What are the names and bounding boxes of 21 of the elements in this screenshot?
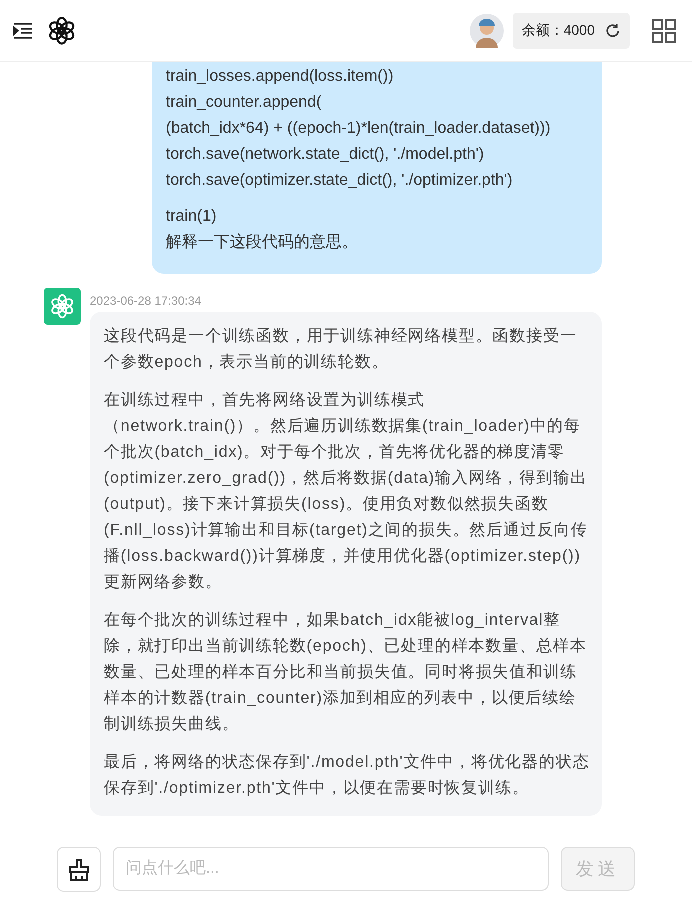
message-line: train(1) bbox=[166, 207, 218, 227]
message-line: 解释一下这段代码的意思。 bbox=[166, 232, 359, 253]
message-paragraph: 在训练过程中，首先将网络设置为训练模式（network.train()）。然后遍历训练数据集(train_loader)中的每个批次(batch_idx)。对于每个批次，首先将优化器的梯度清零(optimizer.zero_grad())，然后将数据(data)输入网络，得到输出(output)。接下来计算损失(loss)。使用负对数似然损失函数(F.nll_loss)计算输出和目标(target)之间的损失。然后通过反向传播(loss.backward())计算梯度，并使用优化器(optimizer.step())更新网络参数。 bbox=[104, 390, 590, 593]
message-line: train_counter.append( bbox=[166, 93, 323, 113]
menu-icon[interactable] bbox=[13, 22, 33, 38]
refresh-icon[interactable] bbox=[605, 22, 621, 38]
message-input-field[interactable]: 问点什么吧... bbox=[113, 847, 549, 891]
message-paragraph: 在每个批次的训练过程中，如果batch_idx能被log_interval整除，就打印出当前训练轮数(epoch)、已处理的样本数量、总样本数量、已处理的样本百分比和当前损失值。同时将损失值和训练样本的计数器(train_counter)添加到相应的列表中，以便后续绘制训练损失曲线。 bbox=[104, 610, 588, 735]
message-paragraph: 这段代码是一个训练函数，用于训练神经网络模型。函数接受一个参数epoch，表示当前的训练轮数。 bbox=[104, 326, 578, 373]
clear-button[interactable] bbox=[57, 847, 101, 892]
user-avatar[interactable] bbox=[470, 14, 504, 48]
balance-label: 余额：4000 bbox=[522, 22, 595, 40]
bot-avatar-icon bbox=[44, 288, 81, 325]
message-paragraph: 最后，将网络的状态保存到'./model.pth'文件中，将优化器的状态保存到'./optimizer.pth'文件中，以便在需要时恢复训练。 bbox=[104, 752, 590, 799]
message-line: (batch_idx*64) + ((epoch-1)*len(train_loader.dataset))) bbox=[166, 119, 552, 139]
broom-icon[interactable] bbox=[67, 858, 91, 882]
message-line: torch.save(network.state_dict(), './model.pth') bbox=[166, 145, 486, 165]
grid-icon[interactable] bbox=[652, 18, 676, 42]
message-line: torch.save(optimizer.state_dict(), './optimizer.pth') bbox=[166, 171, 514, 191]
message-line: train_losses.append(loss.item()) bbox=[166, 67, 395, 87]
message-timestamp: 2023-06-28 17:30:34 bbox=[90, 294, 202, 308]
